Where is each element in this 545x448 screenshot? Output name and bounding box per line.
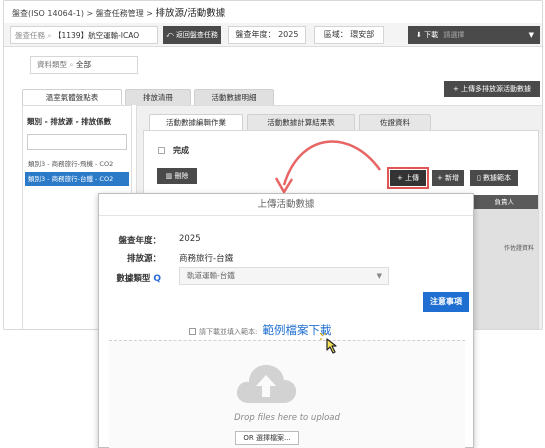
download-select[interactable]: ⬇ 下載 請選擇 ▼ [408, 26, 540, 44]
chevron-down-icon: ▼ [376, 272, 382, 280]
audit-task-field[interactable]: 盤查任務 ⌕ 【1139】航空運輸-ICAO [10, 26, 158, 44]
done-checkbox[interactable]: 完成 [158, 145, 189, 156]
add-button[interactable]: + 新增 [432, 170, 464, 186]
tab-activity-detail[interactable]: 活動數據明細 [194, 89, 274, 105]
checkbox-icon [158, 147, 165, 154]
data-type-filter[interactable]: 資料類型 ⌕ 全部 [30, 56, 138, 74]
breadcrumb-current: 排放源/活動數據 [155, 8, 226, 19]
type-label-text: 數據類型 [116, 274, 151, 284]
panel-title: 類別 - 排放源 - 排放係數 [27, 117, 112, 126]
toolbar: 盤查任務 ⌕ 【1139】航空運輸-ICAO ⤺ 返回盤查任務 盤查年度： 20… [4, 23, 542, 47]
breadcrumb-path[interactable]: 盤查(ISO 14064-1) > 盤查任務管理 > [12, 9, 156, 18]
back-button-label: 返回盤查任務 [175, 31, 218, 39]
download-hint-text: 請下載並填入範本: [199, 328, 258, 336]
back-to-audit-button[interactable]: ⤺ 返回盤查任務 [163, 26, 221, 44]
data-type-label: 資料類型 [37, 60, 67, 69]
area-value: 環安部 [350, 30, 375, 39]
done-label: 完成 [173, 146, 189, 155]
source-item-rail[interactable]: 類別3 - 商務旅行-台鐵 - CO2 [25, 172, 129, 186]
notice-button[interactable]: 注意事項 [423, 292, 469, 312]
area-field: 區域： 環安部 [314, 26, 384, 44]
upload-modal: 上傳活動數據 盤查年度： 2025 排放源： 商務旅行-台鐵 數據類型 Q 軌道運… [98, 193, 474, 448]
download-label: 下載 [424, 31, 439, 39]
back-icon: ⤺ [166, 31, 176, 39]
download-placeholder: 請選擇 [443, 31, 465, 39]
data-type-select-value: 軌道運輸-台鐵 [187, 271, 235, 280]
download-icon: ⬇ [416, 31, 422, 39]
audit-task-label: 盤查任務 [15, 31, 45, 40]
dropzone-text: Drop files here to upload [234, 413, 340, 423]
choose-file-button[interactable]: OR 選擇檔案... [235, 431, 299, 445]
data-sample-button[interactable]: ▯ 數據範本 [470, 170, 518, 186]
breadcrumb: 盤查(ISO 14064-1) > 盤查任務管理 > 排放源/活動數據 [12, 5, 225, 19]
evidence-note: 作佐證資料 [503, 245, 534, 252]
upload-button[interactable]: + 上傳 [387, 167, 429, 189]
modal-source-label: 排放源： [126, 254, 161, 264]
area-label: 區域： [323, 30, 348, 39]
modal-source-value: 商務旅行-台鐵 [179, 254, 234, 264]
multi-upload-button[interactable]: + 上傳多排放源活動數據 [444, 81, 540, 97]
tab-emission-register[interactable]: 排放清冊 [125, 89, 191, 105]
tab-ghg-inventory[interactable]: 溫室氣體盤點表 [22, 89, 122, 105]
source-search-input[interactable] [27, 134, 127, 150]
audit-year-field: 盤查年度： 2025 [228, 26, 306, 44]
modal-year-value: 2025 [179, 234, 201, 244]
sample-label: 數據範本 [483, 174, 512, 182]
year-label: 盤查年度： [235, 30, 276, 39]
search-icon[interactable]: Q [153, 274, 161, 284]
template-download-row: 請下載並填入範本: 範例檔案下載 [189, 322, 332, 338]
info-icon [189, 328, 196, 335]
owner-column-header: 負責人 [494, 198, 515, 206]
chevron-down-icon: ▼ [528, 31, 534, 39]
delete-button[interactable]: ▥ 刪除 [157, 168, 197, 184]
file-dropzone[interactable]: Drop files here to upload OR 選擇檔案... [109, 340, 465, 448]
data-type-value: 全部 [75, 60, 91, 69]
delete-label: 刪除 [174, 172, 189, 180]
tab-calc-results[interactable]: 活動數據計算結果表 [247, 114, 355, 130]
tab-evidence[interactable]: 佐證資料 [359, 114, 431, 130]
modal-year-label: 盤查年度： [118, 236, 161, 246]
audit-task-value: 【1139】航空運輸-ICAO [53, 31, 140, 40]
year-value: 2025 [278, 30, 299, 39]
modal-title: 上傳活動數據 [99, 194, 473, 216]
source-item-flight[interactable]: 類別3 - 商務旅行-飛機 - CO2 [25, 157, 129, 171]
data-type-select[interactable]: 軌道運輸-台鐵 ▼ [179, 267, 389, 285]
modal-type-label: 數據類型 Q [116, 272, 161, 284]
cloud-upload-icon [236, 364, 297, 403]
hand-pointer-icon [320, 333, 337, 354]
tab-activity-edit[interactable]: 活動數據編輯作業 [149, 114, 243, 130]
download-hint: 請下載並填入範本: [189, 328, 257, 336]
